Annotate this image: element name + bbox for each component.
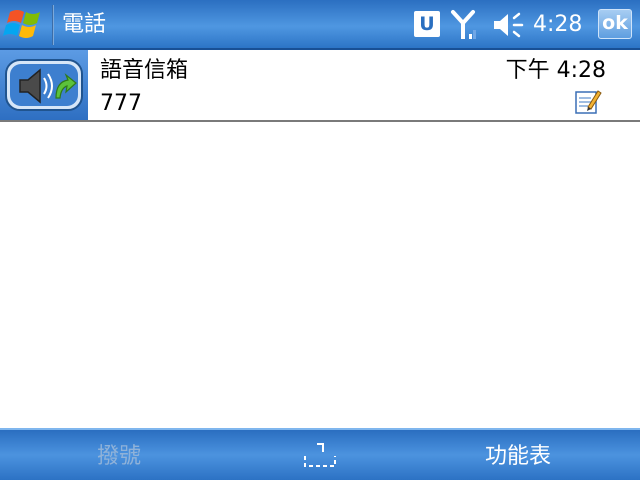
title-separator (52, 5, 54, 45)
status-clock[interactable]: 4:28 (533, 11, 582, 39)
keyboard-input-icon[interactable] (303, 438, 337, 472)
voicemail-speaker-icon (5, 59, 83, 111)
softkey-bar: 撥號 功能表 (0, 428, 640, 480)
u-status-icon[interactable]: U (414, 11, 440, 37)
volume-icon[interactable] (492, 12, 524, 38)
dial-softkey[interactable]: 撥號 (97, 443, 141, 471)
contact-name: 語音信箱 (100, 58, 189, 83)
window-title: 電話 (62, 12, 107, 37)
windows-flag-icon (3, 10, 40, 38)
start-button[interactable] (0, 0, 52, 48)
voicemail-thumbnail (0, 50, 88, 120)
title-bar: 電話 U 4:28 ok (0, 0, 640, 50)
call-time: 下午 4:28 (505, 58, 606, 83)
ok-button[interactable]: ok (598, 9, 632, 39)
note-icon[interactable] (574, 87, 602, 115)
call-log-item[interactable]: 語音信箱 777 下午 4:28 (0, 50, 640, 122)
signal-antenna-icon[interactable] (450, 9, 478, 41)
menu-softkey[interactable]: 功能表 (485, 443, 551, 471)
call-number: 777 (100, 91, 142, 116)
